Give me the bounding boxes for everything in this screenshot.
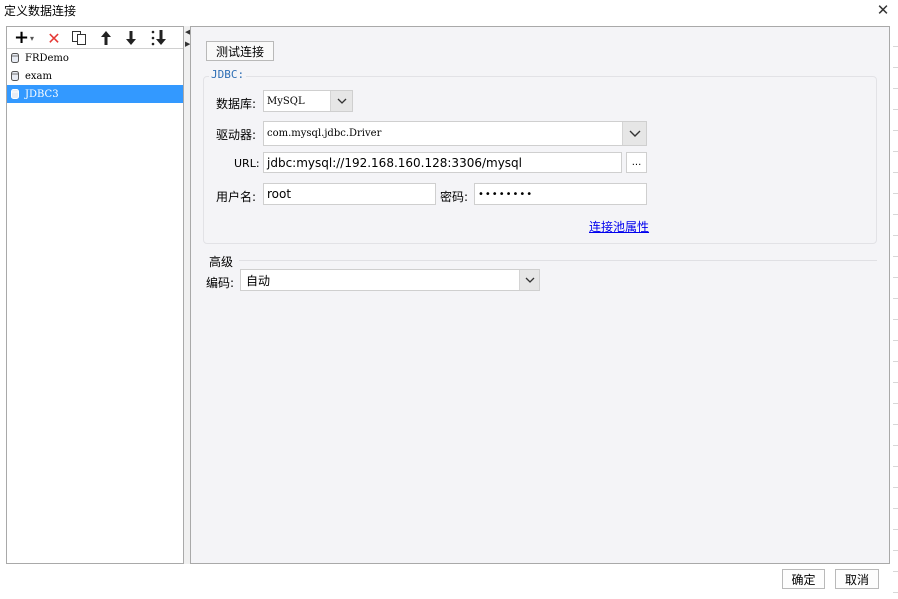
username-label: 用户名: xyxy=(216,190,257,204)
chevron-down-icon xyxy=(622,122,646,145)
advanced-divider xyxy=(239,260,877,261)
password-label: 密码: xyxy=(440,190,469,204)
background-sheet-edge xyxy=(893,26,898,599)
test-connection-button[interactable]: 测试连接 xyxy=(206,41,274,61)
chevron-down-icon xyxy=(519,270,539,290)
database-select[interactable]: MySQL xyxy=(263,90,353,112)
close-button[interactable]: ✕ xyxy=(874,0,892,20)
url-label: URL: xyxy=(234,157,260,170)
copy-icon xyxy=(72,31,86,45)
driver-value: com.mysql.jdbc.Driver xyxy=(267,128,382,139)
connection-label: JDBC3 xyxy=(25,88,59,100)
database-icon xyxy=(11,53,19,63)
password-value: •••••••• xyxy=(478,188,534,200)
url-input[interactable]: jdbc:mysql://192.168.160.128:3306/mysql xyxy=(263,152,622,173)
database-icon xyxy=(11,71,19,81)
database-label: 数据库: xyxy=(216,97,257,111)
sort-button[interactable] xyxy=(148,28,170,48)
ok-button[interactable]: 确定 xyxy=(782,569,825,589)
encoding-value: 自动 xyxy=(246,273,271,288)
arrow-down-icon xyxy=(126,31,136,45)
url-value: jdbc:mysql://192.168.160.128:3306/mysql xyxy=(267,155,523,170)
jdbc-legend: JDBC: xyxy=(209,68,247,81)
copy-connection-button[interactable] xyxy=(69,28,89,48)
caret-down-icon: ▾ xyxy=(30,33,35,43)
plus-icon: + xyxy=(13,27,30,48)
database-icon xyxy=(11,89,19,99)
delete-icon: ✕ xyxy=(47,28,61,48)
url-browse-button[interactable]: ... xyxy=(626,152,647,173)
connection-properties-panel: 测试连接 JDBC: 数据库: MySQL 驱动器: com.mysql.jdb… xyxy=(190,26,890,564)
encoding-select[interactable]: 自动 xyxy=(240,269,540,291)
chevron-down-icon xyxy=(330,91,352,111)
username-input[interactable]: root xyxy=(263,183,436,205)
advanced-title: 高级 xyxy=(209,255,234,269)
connection-toolbar: + ▾ ✕ xyxy=(7,27,183,49)
driver-label: 驱动器: xyxy=(216,128,257,142)
move-up-button[interactable] xyxy=(96,28,116,48)
connection-label: exam xyxy=(25,70,53,82)
connection-pool-link[interactable]: 连接池属性 xyxy=(589,218,649,235)
password-input[interactable]: •••••••• xyxy=(474,183,647,205)
encoding-label: 编码: xyxy=(206,276,235,290)
connection-item-frdemo[interactable]: FRDemo xyxy=(7,49,183,67)
database-value: MySQL xyxy=(267,95,305,107)
connection-item-exam[interactable]: exam xyxy=(7,67,183,85)
cancel-button[interactable]: 取消 xyxy=(835,569,879,589)
window-title: 定义数据连接 xyxy=(4,4,77,18)
connection-label: FRDemo xyxy=(25,52,69,64)
delete-connection-button[interactable]: ✕ xyxy=(44,28,64,48)
sort-icon xyxy=(151,30,166,46)
title-bar: 定义数据连接 ✕ xyxy=(0,0,898,20)
arrow-up-icon xyxy=(101,31,111,45)
move-down-button[interactable] xyxy=(121,28,141,48)
driver-select[interactable]: com.mysql.jdbc.Driver xyxy=(263,121,647,146)
connection-list-panel: + ▾ ✕ FRDemo exam JDBC3 xyxy=(6,26,184,564)
connection-item-jdbc3[interactable]: JDBC3 xyxy=(7,85,183,103)
connection-list: FRDemo exam JDBC3 xyxy=(7,49,183,103)
add-connection-button[interactable]: + ▾ xyxy=(11,28,37,48)
username-value: root xyxy=(267,187,292,201)
